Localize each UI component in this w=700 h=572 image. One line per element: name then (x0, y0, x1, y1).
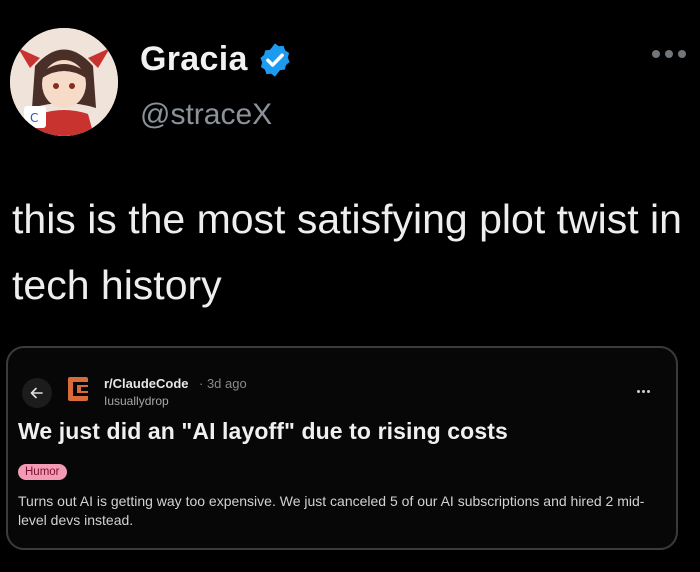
arrow-left-icon (30, 387, 43, 399)
display-name[interactable]: Gracia (140, 40, 248, 79)
verified-badge-icon (256, 41, 294, 79)
tweet-text: this is the most satisfying plot twist i… (12, 196, 682, 308)
subreddit-name[interactable]: r/ClaudeCode (104, 376, 189, 391)
post-more-icon[interactable] (637, 390, 650, 393)
post-flair-badge[interactable]: Humor (18, 464, 67, 480)
post-title[interactable]: We just did an "AI layoff" due to rising… (18, 418, 508, 445)
svg-text:C: C (30, 111, 38, 125)
post-body: Turns out AI is getting way too expensiv… (18, 493, 645, 528)
back-button[interactable] (22, 378, 52, 408)
post-time: · 3d ago (199, 376, 247, 391)
avatar-image: C (10, 28, 118, 136)
post-username[interactable]: Iusuallydrop (104, 394, 169, 408)
avatar[interactable]: C (10, 28, 118, 136)
author-handle[interactable]: @straceX (140, 98, 272, 132)
embedded-post-card[interactable]: r/ClaudeCode · 3d ago Iusuallydrop We ju… (6, 346, 678, 550)
more-horizontal-icon[interactable] (652, 50, 686, 58)
claude-code-logo-icon[interactable] (64, 374, 94, 404)
author-name-row: Gracia (140, 40, 294, 79)
